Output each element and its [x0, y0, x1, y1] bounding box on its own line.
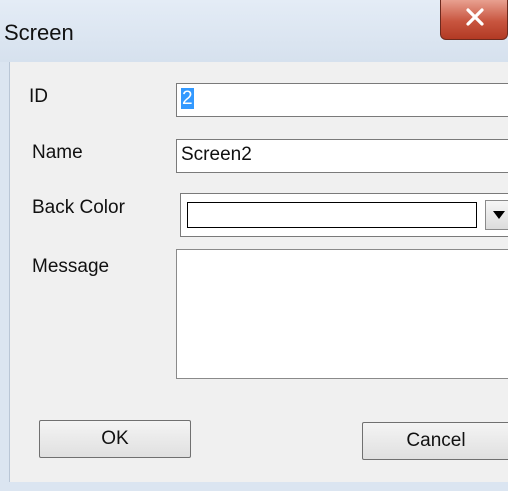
message-field[interactable] [176, 249, 508, 379]
name-field[interactable]: Screen2 [176, 139, 508, 173]
back-color-combo[interactable] [180, 193, 508, 237]
screen-dialog: Screen ID 2 Name Screen2 Back Color Mess… [0, 0, 508, 491]
close-button[interactable] [440, 0, 508, 40]
name-label: Name [32, 142, 83, 163]
back-color-label: Back Color [32, 197, 125, 218]
ok-button[interactable]: OK [39, 420, 191, 458]
message-label: Message [32, 256, 110, 277]
chevron-down-icon [493, 211, 505, 219]
window-title: Screen [4, 20, 74, 45]
id-value: 2 [181, 88, 194, 109]
back-color-dropdown-button[interactable] [485, 200, 508, 230]
name-value: Screen2 [181, 144, 252, 165]
id-label: ID [29, 86, 48, 107]
id-field[interactable]: 2 [176, 83, 508, 117]
close-icon [466, 8, 484, 26]
title-bar[interactable]: Screen [0, 0, 508, 62]
dialog-body: ID 2 Name Screen2 Back Color Message OK … [9, 62, 508, 482]
back-color-swatch [187, 202, 477, 228]
cancel-button[interactable]: Cancel [362, 422, 508, 460]
